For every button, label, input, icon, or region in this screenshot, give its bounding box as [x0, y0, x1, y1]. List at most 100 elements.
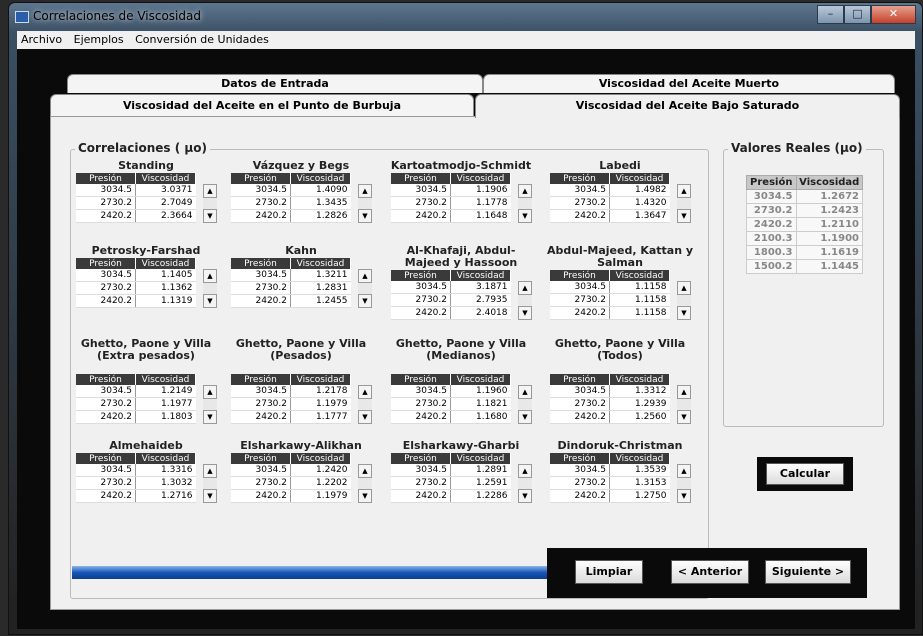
scroll-down-icon[interactable]: ▼ [358, 294, 372, 308]
table-row[interactable]: 2730.2 1.3435 [231, 196, 351, 210]
scroll-track[interactable] [677, 399, 691, 410]
table-row[interactable]: 2730.2 2.7049 [76, 196, 196, 210]
cell-viscosidad[interactable]: 3.1871 [450, 281, 511, 294]
scroll-down-icon[interactable]: ▼ [518, 410, 532, 424]
scroll-up-icon[interactable]: ▲ [518, 385, 532, 399]
scroll-track[interactable] [203, 198, 217, 209]
grid-scrollbar[interactable]: ▲ ▼ [677, 184, 691, 223]
table-row[interactable]: 2420.2 1.2716 [76, 489, 196, 503]
scroll-up-icon[interactable]: ▲ [677, 385, 691, 399]
cell-viscosidad[interactable]: 1.1979 [290, 489, 351, 503]
cell-viscosidad[interactable]: 1.1803 [135, 410, 196, 424]
cell-viscosidad[interactable]: 1.3316 [135, 464, 196, 477]
cell-presion[interactable]: 3034.5 [391, 281, 451, 294]
cell-presion[interactable]: 2730.2 [76, 397, 136, 411]
table-row[interactable]: 3034.5 1.2149 [76, 385, 196, 398]
table-row[interactable]: 3034.5 1.1405 [76, 269, 196, 282]
cell-presion[interactable]: 3034.5 [231, 269, 291, 282]
table-row[interactable]: 2420.2 1.2750 [550, 489, 670, 503]
table-row[interactable]: 3034.5 1.2420 [231, 464, 351, 477]
cell-presion[interactable]: 2100.3 [746, 231, 797, 246]
cell-viscosidad[interactable]: 1.4320 [609, 196, 670, 210]
table-row[interactable]: 2730.2 1.2831 [231, 281, 351, 295]
table-row[interactable]: 3034.5 1.3211 [231, 269, 351, 282]
grid-scrollbar[interactable]: ▲ ▼ [203, 385, 217, 424]
cell-presion[interactable]: 2420.2 [550, 410, 610, 424]
table-row[interactable]: 2730.2 1.1158 [550, 293, 670, 307]
scroll-track[interactable] [518, 478, 532, 489]
cell-viscosidad[interactable]: 1.1906 [450, 184, 511, 197]
table-row[interactable]: 2730.2 1.1977 [76, 397, 196, 411]
table-row[interactable]: 1800.3 1.1619 [746, 245, 864, 260]
cell-viscosidad[interactable]: 1.2178 [290, 385, 351, 398]
scroll-down-icon[interactable]: ▼ [203, 410, 217, 424]
cell-viscosidad[interactable]: 1.1960 [450, 385, 511, 398]
grid-scrollbar[interactable]: ▲ ▼ [203, 184, 217, 223]
cell-presion[interactable]: 1800.3 [746, 245, 797, 260]
scroll-track[interactable] [203, 478, 217, 489]
cell-presion[interactable]: 3034.5 [231, 385, 291, 398]
cell-presion[interactable]: 3034.5 [76, 184, 136, 197]
tab-bajo-saturado[interactable]: Viscosidad del Aceite Bajo Saturado [475, 94, 900, 118]
cell-presion[interactable]: 2420.2 [550, 489, 610, 503]
scroll-up-icon[interactable]: ▲ [203, 385, 217, 399]
table-row[interactable]: 2420.2 1.1319 [76, 294, 196, 308]
cell-presion[interactable]: 2730.2 [76, 196, 136, 210]
cell-presion[interactable]: 3034.5 [550, 385, 610, 398]
cell-viscosidad[interactable]: 1.2672 [795, 189, 864, 204]
cell-viscosidad[interactable]: 1.2716 [135, 489, 196, 503]
table-row[interactable]: 2730.2 1.4320 [550, 196, 670, 210]
cell-viscosidad[interactable]: 1.1405 [135, 269, 196, 282]
scroll-down-icon[interactable]: ▼ [203, 294, 217, 308]
cell-viscosidad[interactable]: 1.1778 [450, 196, 511, 210]
cell-presion[interactable]: 2420.2 [231, 294, 291, 308]
cell-viscosidad[interactable]: 2.7049 [135, 196, 196, 210]
scroll-up-icon[interactable]: ▲ [518, 464, 532, 478]
scroll-up-icon[interactable]: ▲ [677, 464, 691, 478]
cell-presion[interactable]: 3034.5 [76, 269, 136, 282]
cell-viscosidad[interactable]: 1.2110 [795, 217, 864, 232]
table-row[interactable]: 2420.2 1.1777 [231, 410, 351, 424]
cell-presion[interactable]: 2730.2 [391, 476, 451, 490]
cell-presion[interactable]: 2730.2 [550, 476, 610, 490]
scroll-down-icon[interactable]: ▼ [518, 306, 532, 320]
cell-presion[interactable]: 2730.2 [231, 281, 291, 295]
scroll-up-icon[interactable]: ▲ [203, 464, 217, 478]
table-row[interactable]: 2420.2 1.1680 [391, 410, 511, 424]
table-row[interactable]: 3034.5 1.3539 [550, 464, 670, 477]
cell-viscosidad[interactable]: 1.1648 [450, 209, 511, 223]
cell-viscosidad[interactable]: 2.3664 [135, 209, 196, 223]
cell-viscosidad[interactable]: 1.3435 [290, 196, 351, 210]
cell-viscosidad[interactable]: 1.1900 [795, 231, 864, 246]
cell-presion[interactable]: 3034.5 [391, 464, 451, 477]
scroll-track[interactable] [677, 295, 691, 306]
scroll-track[interactable] [518, 295, 532, 306]
table-row[interactable]: 3034.5 1.3312 [550, 385, 670, 398]
cell-viscosidad[interactable]: 1.3153 [609, 476, 670, 490]
cell-viscosidad[interactable]: 1.2455 [290, 294, 351, 308]
scroll-track[interactable] [677, 478, 691, 489]
scroll-down-icon[interactable]: ▼ [518, 489, 532, 503]
table-row[interactable]: 3034.5 1.1906 [391, 184, 511, 197]
grid-scrollbar[interactable]: ▲ ▼ [203, 269, 217, 308]
maximize-button[interactable]: □ [844, 5, 871, 24]
minimize-button[interactable]: – [817, 5, 844, 24]
cell-presion[interactable]: 2420.2 [391, 410, 451, 424]
cell-viscosidad[interactable]: 1.2591 [450, 476, 511, 490]
scroll-up-icon[interactable]: ▲ [358, 184, 372, 198]
table-row[interactable]: 2730.2 1.2423 [746, 203, 864, 218]
cell-presion[interactable]: 2420.2 [231, 489, 291, 503]
scroll-track[interactable] [358, 478, 372, 489]
menu-archivo[interactable]: Archivo [17, 31, 66, 48]
cell-viscosidad[interactable]: 1.1979 [290, 397, 351, 411]
grid-scrollbar[interactable]: ▲ ▼ [518, 184, 532, 223]
cell-viscosidad[interactable]: 1.1319 [135, 294, 196, 308]
cell-viscosidad[interactable]: 1.1777 [290, 410, 351, 424]
scroll-down-icon[interactable]: ▼ [677, 410, 691, 424]
table-row[interactable]: 2420.2 1.1158 [550, 306, 670, 320]
scroll-down-icon[interactable]: ▼ [677, 209, 691, 223]
cell-presion[interactable]: 2730.2 [550, 293, 610, 307]
table-row[interactable]: 1500.2 1.1445 [746, 259, 864, 274]
cell-viscosidad[interactable]: 1.2826 [290, 209, 351, 223]
table-row[interactable]: 2100.3 1.1900 [746, 231, 864, 246]
